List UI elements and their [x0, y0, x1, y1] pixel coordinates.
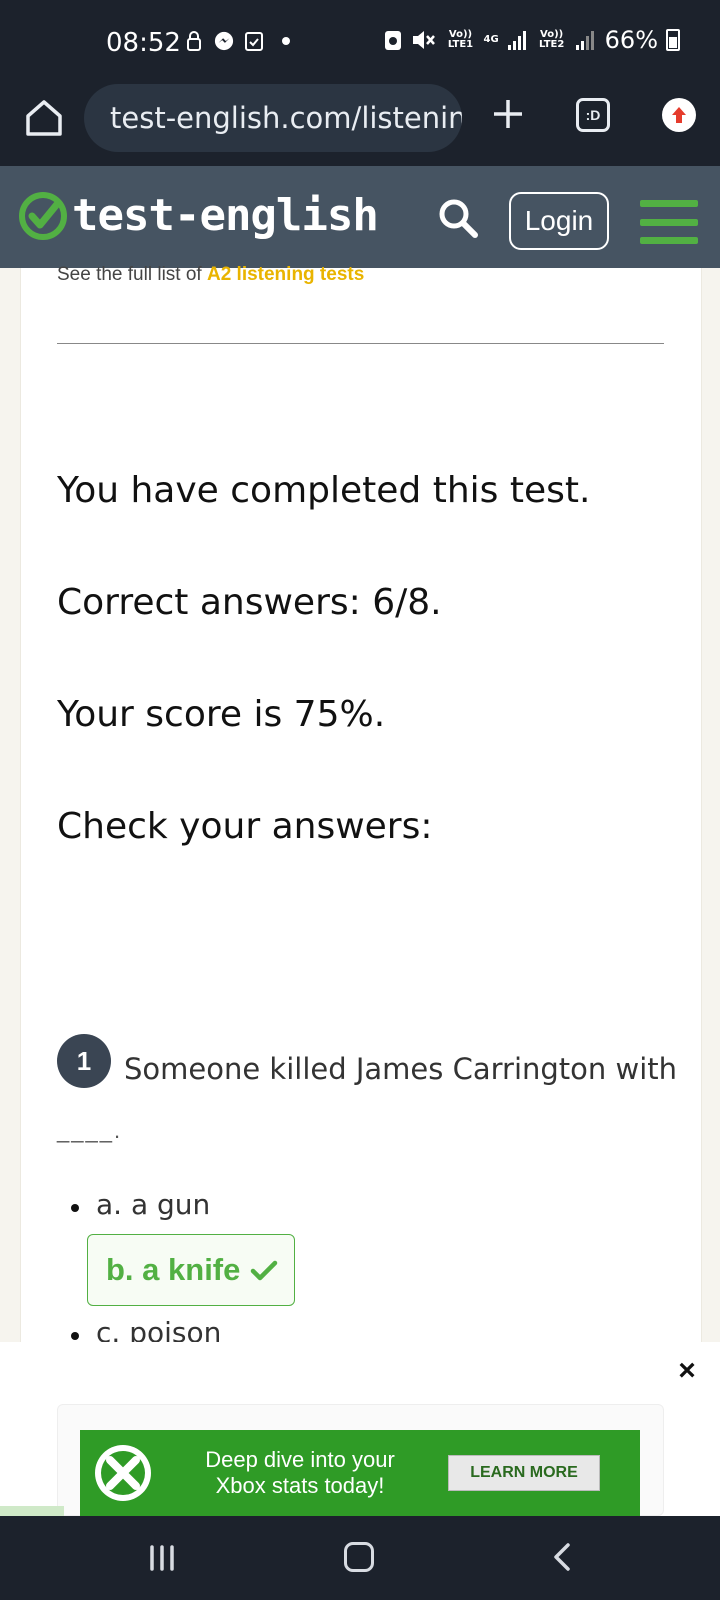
battery-saver-icon	[385, 31, 402, 50]
back-icon[interactable]	[548, 1542, 578, 1572]
site-header: test-english Login	[0, 166, 720, 268]
ad-text: Deep dive into your Xbox stats today!	[170, 1447, 430, 1499]
battery-percent: 66%	[604, 26, 658, 54]
ad-strip	[0, 1506, 64, 1516]
system-nav-bar	[0, 1516, 720, 1600]
full-list-prefix: See the full list of	[57, 264, 207, 285]
browser-toolbar: test-english.com/listening/a2 :D	[0, 84, 720, 166]
status-bar: 08:52 Vo)) LTE1 4G Vo)) LTE2 66%	[0, 0, 720, 84]
search-icon[interactable]	[436, 196, 480, 240]
login-button[interactable]: Login	[509, 192, 609, 250]
full-list-line: See the full list of A2 listening tests	[57, 264, 364, 286]
system-icons: Vo)) LTE1 4G Vo)) LTE2 66%	[383, 26, 680, 54]
hamburger-menu-icon[interactable]	[640, 200, 698, 244]
option-a: a. a gun	[96, 1188, 211, 1221]
a2-listening-tests-link[interactable]: A2 listening tests	[207, 264, 364, 285]
tabs-button[interactable]: :D	[576, 98, 610, 132]
bullet-icon	[71, 1332, 79, 1340]
bullet-icon	[71, 1204, 79, 1212]
tabs-icon-label: :D	[585, 107, 601, 123]
close-ad-icon[interactable]: ×	[674, 1356, 700, 1386]
correct-answers: Correct answers: 6/8.	[57, 582, 442, 623]
home-nav-icon[interactable]	[344, 1542, 374, 1572]
completed-message: You have completed this test.	[57, 470, 591, 511]
ad-banner[interactable]: Deep dive into your Xbox stats today! LE…	[80, 1430, 640, 1516]
update-button[interactable]	[662, 98, 696, 132]
checkmark-icon	[251, 1260, 278, 1281]
menu-line	[640, 237, 698, 244]
ad-line-2: Xbox stats today!	[215, 1473, 385, 1498]
question-blank: ____.	[57, 1118, 123, 1143]
option-b-label: b. a knife	[106, 1252, 241, 1287]
address-bar[interactable]: test-english.com/listening/a2	[84, 84, 462, 152]
site-logo[interactable]: test-english	[18, 190, 379, 241]
clipboard-check-icon	[245, 32, 263, 51]
recent-apps-icon[interactable]	[148, 1544, 176, 1572]
battery-icon	[666, 29, 680, 51]
clock: 08:52	[106, 28, 181, 58]
check-answers-heading: Check your answers:	[57, 806, 433, 847]
divider	[57, 343, 664, 344]
new-tab-button[interactable]	[488, 92, 528, 140]
check-logo-icon	[19, 191, 67, 240]
logo-text: test-english	[72, 190, 379, 241]
net1-label: Vo)) LTE1	[447, 29, 474, 50]
update-icon	[672, 107, 686, 123]
menu-line	[640, 218, 698, 226]
url-text: test-english.com/listening/a2	[110, 101, 462, 135]
mute-icon	[413, 31, 436, 49]
notification-icons	[184, 30, 290, 52]
option-b-correct: b. a knife	[87, 1234, 295, 1306]
signal-icon-2	[575, 31, 594, 50]
score-text: Your score is 75%.	[57, 694, 386, 735]
ad-line-1: Deep dive into your	[205, 1447, 395, 1472]
net2-label: Vo)) LTE2	[538, 29, 565, 50]
home-icon[interactable]	[22, 96, 66, 140]
net-type-label: 4G	[483, 34, 499, 45]
plus-icon	[494, 100, 522, 128]
dot-icon	[282, 37, 290, 45]
question-number-badge: 1	[57, 1034, 111, 1088]
question-text: Someone killed James Carrington with	[124, 1052, 678, 1086]
messenger-icon	[214, 31, 234, 51]
xbox-logo-icon	[95, 1445, 151, 1501]
learn-more-button[interactable]: LEARN MORE	[448, 1455, 600, 1491]
lock-icon	[187, 31, 201, 51]
menu-line	[640, 200, 698, 207]
signal-icon	[507, 31, 526, 50]
